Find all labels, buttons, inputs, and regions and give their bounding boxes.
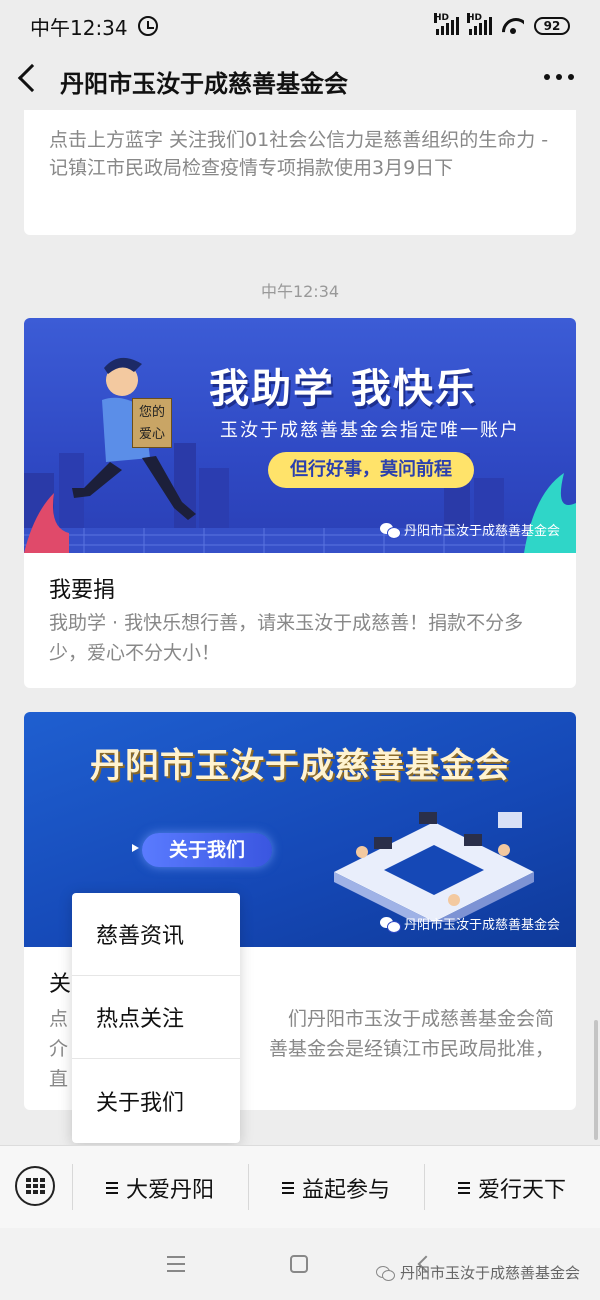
play-arrow-icon xyxy=(132,844,139,852)
desc-fragment: 们丹阳市玉汝于成慈善基金会简 xyxy=(287,1008,554,1030)
more-options-icon[interactable] xyxy=(544,74,574,80)
menu-list-icon xyxy=(457,1181,470,1194)
banner-brand-label: 丹阳市玉汝于成慈善基金会 xyxy=(403,918,560,933)
menu-item-daai-danyang[interactable]: 大爱丹阳 xyxy=(72,1146,248,1229)
page-title: 丹阳市玉汝于成慈善基金会 xyxy=(60,70,348,98)
keyboard-icon[interactable] xyxy=(15,1166,55,1206)
office-desk-illustration xyxy=(334,812,534,922)
desc-fragment: 点 xyxy=(49,1008,69,1030)
back-icon[interactable] xyxy=(17,63,47,93)
system-nav-bar: 丹阳市玉汝于成慈善基金会 xyxy=(0,1228,600,1300)
signal-hd-label-2: HD xyxy=(467,13,483,23)
submenu-popup: 慈善资讯 热点关注 关于我们 xyxy=(72,893,240,1143)
banner-slogan-pill: 但行好事，莫问前程 xyxy=(268,452,474,488)
wechat-icon xyxy=(375,1266,395,1281)
banner-title: 我助学 我快乐 xyxy=(209,366,477,412)
menu-item-yiqi-canyu[interactable]: 益起参与 xyxy=(248,1146,424,1229)
scrollbar[interactable] xyxy=(594,1020,598,1140)
menu-item-label: 大爱丹阳 xyxy=(125,1177,214,1203)
message-timestamp: 中午12:34 xyxy=(260,282,340,301)
desc-fragment: 介 xyxy=(49,1038,69,1060)
submenu-item-hot-topics[interactable]: 热点关注 xyxy=(72,976,240,1059)
article-card[interactable]: 您的爱心 我助学 我快乐 玉汝于成慈善基金会指定唯一账户 但行好事，莫问前程 丹… xyxy=(24,318,576,688)
status-time: 中午12:34 xyxy=(30,15,128,40)
banner-brand: 丹阳市玉汝于成慈善基金会 xyxy=(379,914,560,933)
signal-hd-label: HD xyxy=(434,13,450,23)
article-banner-image: 您的爱心 我助学 我快乐 玉汝于成慈善基金会指定唯一账户 但行好事，莫问前程 丹… xyxy=(24,318,576,553)
menu-list-icon xyxy=(281,1181,294,1194)
home-icon[interactable] xyxy=(290,1255,308,1273)
bottom-menu-bar: 大爱丹阳 益起参与 爱行天下 xyxy=(0,1145,600,1228)
banner-title: 丹阳市玉汝于成慈善基金会 xyxy=(90,746,510,786)
menu-item-aixing-tianxia[interactable]: 爱行天下 xyxy=(424,1146,600,1229)
submenu-item-about-us[interactable]: 关于我们 xyxy=(72,1059,240,1142)
menu-item-label: 爱行天下 xyxy=(477,1177,566,1203)
love-sign: 您的爱心 xyxy=(132,398,172,448)
wifi-icon xyxy=(502,18,524,34)
alarm-icon xyxy=(137,16,158,36)
article-card[interactable]: 点击上方蓝字 关注我们01社会公信力是慈善组织的生命力 -记镇江市民政局检查疫情… xyxy=(24,110,576,235)
banner-about-button: 关于我们 xyxy=(142,833,272,867)
signal-icon: HD xyxy=(434,13,459,35)
article-title: 关 xyxy=(49,972,72,997)
desc-fragment: 善基金会是经镇江市民政局批准， xyxy=(268,1038,554,1060)
article-description: 点击上方蓝字 关注我们01社会公信力是慈善组织的生命力 -记镇江市民政局检查疫情… xyxy=(49,129,549,179)
recent-apps-icon[interactable] xyxy=(167,1256,185,1272)
battery-icon: 92 xyxy=(534,17,570,35)
banner-brand-label: 丹阳市玉汝于成慈善基金会 xyxy=(403,524,560,539)
wechat-icon xyxy=(379,916,401,933)
article-description: 我助学 · 我快乐想行善，请来玉汝于成慈善！捐款不分多少，爱心不分大小！ xyxy=(49,612,524,664)
banner-subtitle: 玉汝于成慈善基金会指定唯一账户 xyxy=(220,420,520,441)
menu-list-icon xyxy=(105,1181,118,1194)
wechat-icon xyxy=(379,522,401,539)
desc-fragment: 直 xyxy=(49,1068,69,1090)
watermark: 丹阳市玉汝于成慈善基金会 xyxy=(375,1262,580,1283)
banner-brand: 丹阳市玉汝于成慈善基金会 xyxy=(379,520,560,539)
nav-bar: 丹阳市玉汝于成慈善基金会 xyxy=(0,52,600,108)
status-indicators: HD HD 92 xyxy=(434,13,570,35)
watermark-label: 丹阳市玉汝于成慈善基金会 xyxy=(399,1264,580,1282)
signal-icon-2: HD xyxy=(467,13,492,35)
menu-item-label: 益起参与 xyxy=(301,1177,390,1203)
article-title: 我要捐 xyxy=(49,578,116,603)
submenu-item-charity-news[interactable]: 慈善资讯 xyxy=(72,893,240,976)
status-bar: 中午12:34 HD HD 92 xyxy=(0,0,600,52)
